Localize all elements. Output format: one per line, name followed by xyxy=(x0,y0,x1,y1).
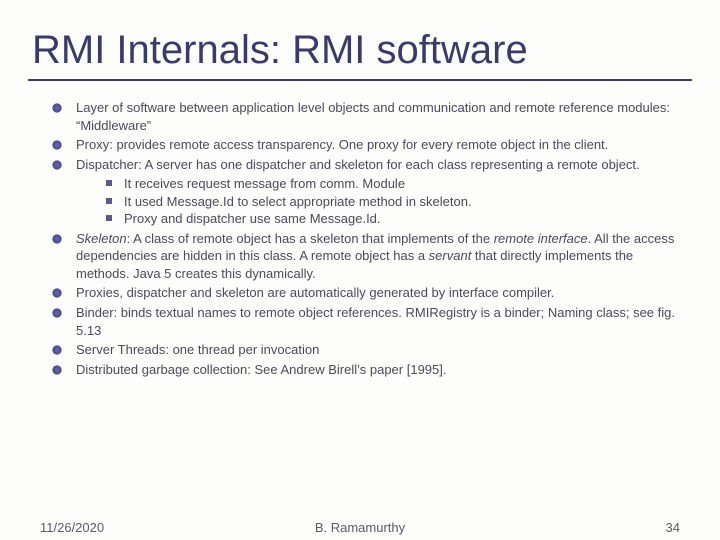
bullet-list: Layer of software between application le… xyxy=(52,99,688,378)
slide-body: Layer of software between application le… xyxy=(0,99,720,378)
list-item: Binder: binds textual names to remote ob… xyxy=(52,304,688,339)
sub-list-item: It used Message.Id to select appropriate… xyxy=(106,193,688,211)
list-item: Layer of software between application le… xyxy=(52,99,688,134)
sub-list-item: Proxy and dispatcher use same Message.Id… xyxy=(106,210,688,228)
sub-list-item: It receives request message from comm. M… xyxy=(106,175,688,193)
footer-date: 11/26/2020 xyxy=(40,520,104,535)
sub-list: It receives request message from comm. M… xyxy=(76,175,688,228)
footer-author: B. Ramamurthy xyxy=(315,520,405,535)
list-item: Skeleton: A class of remote object has a… xyxy=(52,230,688,283)
list-item: Dispatcher: A server has one dispatcher … xyxy=(52,156,688,228)
list-item: Proxy: provides remote access transparen… xyxy=(52,136,688,154)
list-item-text: Dispatcher: A server has one dispatcher … xyxy=(76,157,640,172)
italic-term: Skeleton xyxy=(76,231,127,246)
list-item: Distributed garbage collection: See Andr… xyxy=(52,361,688,379)
slide-title: RMI Internals: RMI software xyxy=(0,0,720,79)
italic-term: remote interface xyxy=(494,231,588,246)
text-run: : A class of remote object has a skeleto… xyxy=(127,231,494,246)
footer-page-number: 34 xyxy=(666,520,680,535)
list-item: Server Threads: one thread per invocatio… xyxy=(52,341,688,359)
title-underline xyxy=(28,79,692,81)
italic-term: servant xyxy=(429,248,472,263)
list-item: Proxies, dispatcher and skeleton are aut… xyxy=(52,284,688,302)
